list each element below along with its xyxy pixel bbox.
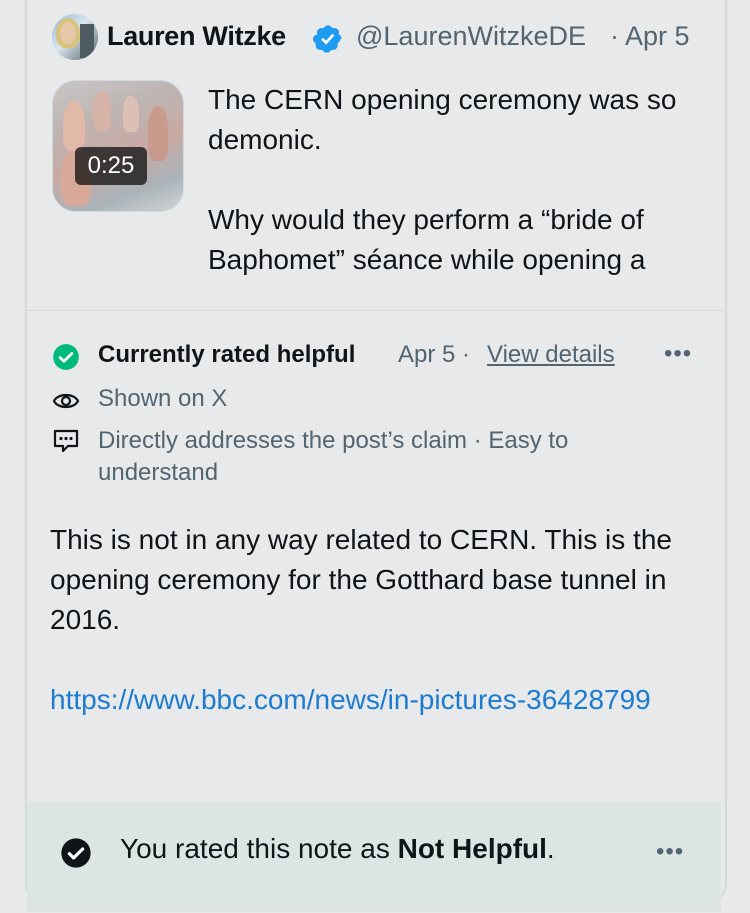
video-duration: 0:25 [75,147,147,185]
your-rating-prefix: You rated this note as [120,833,398,864]
divider [25,310,723,311]
avatar[interactable] [52,14,98,60]
check-circle-icon [53,344,79,370]
author-name[interactable]: Lauren Witzke [107,21,286,52]
post-text-line1: The CERN opening ceremony was so demonic… [208,84,677,155]
source-link[interactable]: https://www.bbc.com/news/in-pictures-364… [50,680,690,720]
post-text: The CERN opening ceremony was so demonic… [208,80,708,280]
note-status: Currently rated helpful [98,341,356,368]
shown-on: Shown on X [98,385,228,412]
post-text-line2: Why would they perform a “bride of Bapho… [208,204,646,275]
note-reasons: Directly addresses the post’s claim · Ea… [98,427,569,486]
speech-bubble-icon [53,429,79,453]
check-circle-icon [61,838,91,868]
note-body: This is not in any way related to CERN. … [50,524,672,635]
your-rating-suffix: . [546,833,555,864]
video-thumbnail[interactable] [52,80,184,212]
author-handle[interactable]: @LaurenWitzkeDE [356,21,604,52]
your-rating: You rated this note as Not Helpful. [120,833,555,865]
eye-icon [52,393,80,409]
view-details-link[interactable]: View details [487,341,615,369]
more-options-icon[interactable]: ••• [664,340,692,368]
your-rating-value: Not Helpful [397,833,547,864]
note-date: Apr 5 · [398,341,471,368]
verified-badge-icon [313,25,342,53]
more-options-icon[interactable]: ••• [656,838,684,866]
post-date[interactable]: · Apr 5 [610,21,690,52]
